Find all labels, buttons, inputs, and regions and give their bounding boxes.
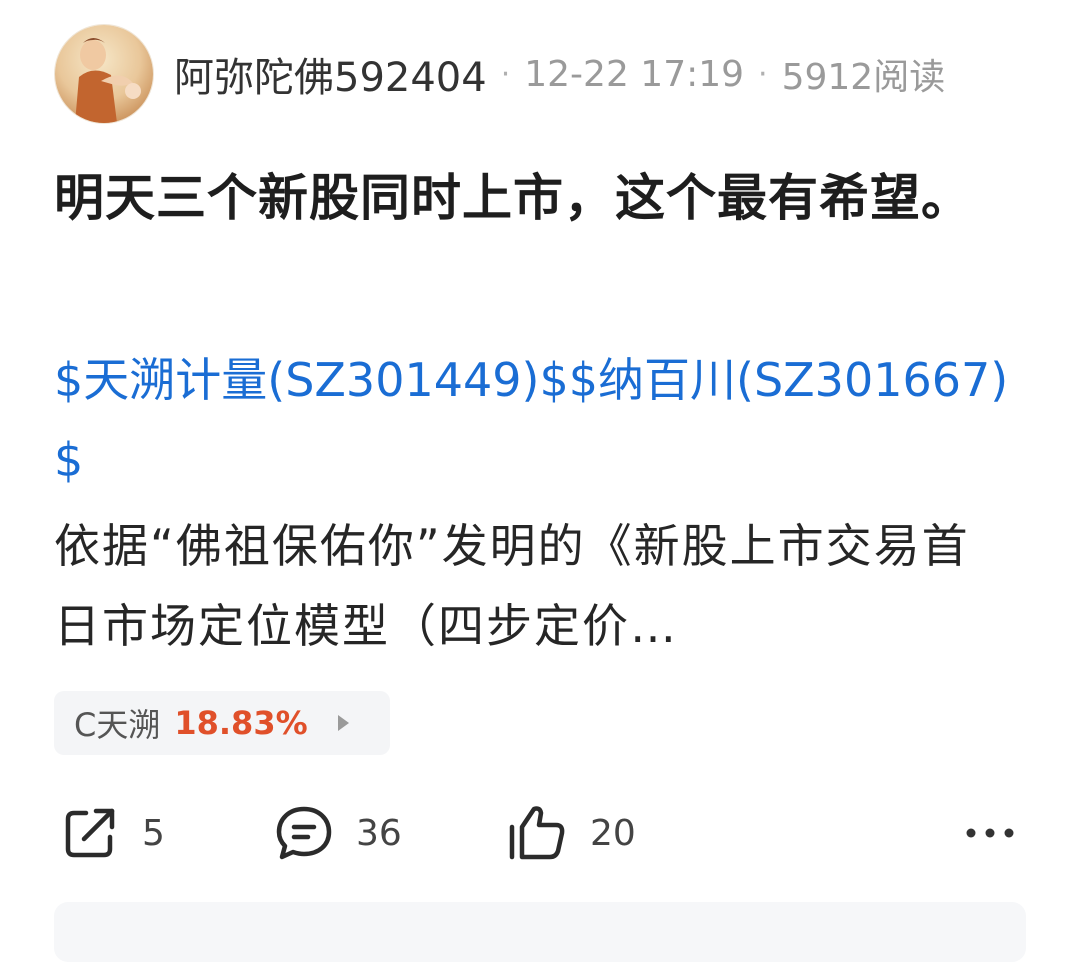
thumbs-up-icon [509,806,565,860]
author-name[interactable]: 阿弥陀佛592404 [174,45,487,103]
stock-links: $天溯计量(SZ301449)$$纳百川(SZ301667)$ [54,340,1024,500]
share-button[interactable]: 5 [60,800,165,866]
avatar[interactable] [54,24,154,124]
comment-icon [276,806,332,860]
next-card-peek [54,902,1026,962]
share-count: 5 [142,812,165,854]
post-excerpt[interactable]: 依据“佛祖保佑你”发明的《新股上市交易首日市场定位模型（四步定价… [54,506,984,666]
chip-price-change: 18.83% [174,704,308,742]
like-button[interactable]: 20 [506,800,636,866]
action-bar: 5 36 20 [60,800,1020,866]
read-count: 5912阅读 [781,57,946,98]
more-button[interactable] [960,800,1020,866]
meta-separator: · [500,56,511,92]
stock-link-tiansu[interactable]: $天溯计量(SZ301449)$ [54,353,569,407]
share-icon [65,808,115,858]
post-title[interactable]: 明天三个新股同时上市，这个最有希望。 [54,150,1034,246]
post-time: 12-22 17:19 [524,53,745,95]
comment-count: 36 [356,812,402,854]
stock-quote-chip[interactable]: C天溯 18.83% [54,691,390,755]
post-card[interactable]: 阿弥陀佛592404 · 12-22 17:19 · 5912阅读 明天三个新股… [0,0,1076,940]
like-count: 20 [590,812,636,854]
chip-stock-name: C天溯 [74,706,161,744]
meta-separator: · [758,56,768,92]
more-dots-icon [966,828,1014,838]
comment-button[interactable]: 36 [274,800,402,866]
post-header: 阿弥陀佛592404 · 12-22 17:19 · 5912阅读 [54,24,945,124]
play-arrow-icon [337,715,349,731]
avatar-image [55,25,153,123]
